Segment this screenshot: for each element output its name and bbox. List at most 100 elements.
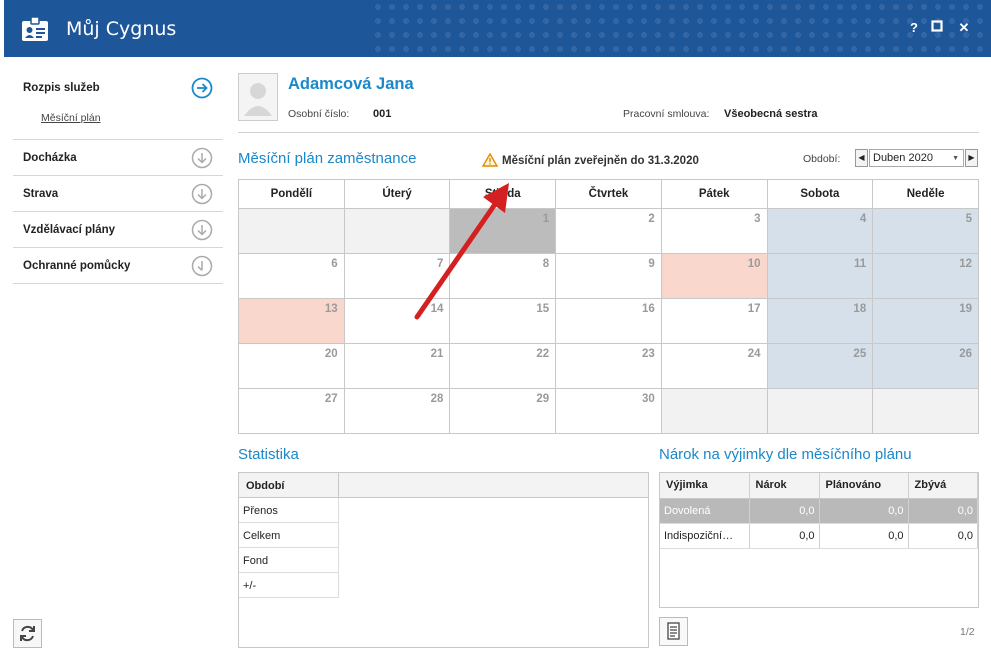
refresh-icon	[20, 625, 35, 642]
arrow-down-circle-icon[interactable]	[191, 255, 213, 277]
period-selector: ◀ Duben 2020 ▼ ▶	[855, 149, 979, 167]
sidebar-item-strava[interactable]: Strava	[13, 176, 223, 212]
column-header[interactable]: Zbývá	[908, 473, 978, 499]
employee-id-label: Osobní číslo:	[288, 108, 350, 120]
month-calendar: Pondělí Úterý Středa Čtvrtek Pátek Sobota Nedě…	[238, 179, 979, 434]
calendar-day-cell[interactable]: 5	[872, 208, 979, 254]
calendar-day-cell[interactable]: 29	[449, 388, 557, 434]
calendar-day-cell[interactable]: 11	[766, 253, 874, 299]
sidebar-item-label: Vzdělávací plány	[23, 224, 116, 236]
calendar-day-cell[interactable]: 19	[872, 298, 979, 344]
period-value: Duben 2020	[873, 152, 933, 164]
calendar-day-cell[interactable]: 24	[660, 343, 768, 389]
table-row[interactable]: Dovolená 0,0 0,0 0,0	[660, 498, 978, 524]
weekday-header: Neděle	[872, 179, 979, 209]
calendar-day-cell[interactable]: 30	[555, 388, 662, 434]
person-silhouette-icon	[244, 83, 272, 116]
chevron-down-icon: ▼	[952, 155, 959, 162]
calendar-empty-cell	[238, 208, 345, 254]
title-bar: Můj Cygnus ? ✕	[4, 0, 991, 57]
table-cell: 0,0	[908, 523, 978, 549]
weekday-header: Úterý	[343, 179, 451, 209]
calendar-day-cell[interactable]: 8	[449, 253, 557, 299]
arrow-right-circle-icon[interactable]	[191, 77, 213, 99]
calendar-day-cell[interactable]: 12	[872, 253, 979, 299]
weekday-header: Středa	[449, 179, 557, 209]
column-header[interactable]: Nárok	[749, 473, 820, 499]
sidebar-subitem-mesicni-plan[interactable]: Měsíční plán	[41, 112, 101, 124]
table-row[interactable]: Indispoziční… 0,0 0,0 0,0	[660, 523, 978, 549]
table-row: Celkem	[239, 523, 339, 548]
statistika-table: Období Přenos Celkem Fond +/-	[238, 472, 649, 648]
weekday-header: Čtvrtek	[555, 179, 662, 209]
sidebar-item-rozpis-sluzeb[interactable]: Rozpis služeb Měsíční plán	[13, 70, 223, 140]
pager: 1/2	[960, 626, 975, 638]
calendar-day-cell[interactable]: 18	[766, 298, 874, 344]
calendar-day-cell[interactable]: 4	[766, 208, 874, 254]
calendar-body: 1 2 3 4 5 6 7 8 9 10 11 12 13 14 15 16 17 18 19 20 21 22 23 24 2…	[238, 208, 979, 434]
calendar-week-row: 27 28 29 30	[238, 388, 979, 434]
divider	[238, 132, 979, 133]
calendar-day-cell[interactable]: 16	[555, 298, 662, 344]
column-header[interactable]: Plánováno	[819, 473, 909, 499]
table-row: Fond	[239, 548, 339, 573]
calendar-day-cell[interactable]: 20	[238, 343, 345, 389]
calendar-day-cell[interactable]: 14	[343, 298, 451, 344]
period-next-button[interactable]: ▶	[965, 149, 978, 167]
sidebar-item-label: Rozpis služeb	[23, 82, 100, 94]
calendar-header-row: Pondělí Úterý Středa Čtvrtek Pátek Sobota Nedě…	[238, 179, 979, 209]
calendar-empty-cell	[343, 208, 451, 254]
calendar-empty-cell	[660, 388, 768, 434]
narok-table: Výjimka Nárok Plánováno Zbývá Dovolená 0…	[660, 473, 978, 549]
maximize-button[interactable]	[929, 20, 945, 36]
table-row: Přenos	[239, 498, 339, 523]
sidebar-item-ochranne-pomucky[interactable]: Ochranné pomůcky	[13, 248, 223, 284]
calendar-week-row: 20 21 22 23 24 25 26	[238, 343, 979, 389]
calendar-day-cell[interactable]: 23	[555, 343, 662, 389]
help-button[interactable]: ?	[906, 20, 922, 36]
calendar-day-cell[interactable]: 7	[343, 253, 451, 299]
warning-icon	[482, 153, 498, 167]
calendar-day-cell[interactable]: 1	[449, 208, 557, 254]
arrow-down-circle-icon[interactable]	[191, 219, 213, 241]
calendar-day-cell[interactable]: 10	[660, 253, 768, 299]
weekday-header: Pátek	[660, 179, 768, 209]
calendar-week-row: 6 7 8 9 10 11 12	[238, 253, 979, 299]
calendar-day-cell[interactable]: 15	[449, 298, 557, 344]
statistika-header: Období	[239, 473, 339, 498]
sidebar-item-label: Docházka	[23, 152, 77, 164]
weekday-header: Sobota	[766, 179, 874, 209]
column-header[interactable]: Výjimka	[660, 473, 750, 499]
calendar-day-cell[interactable]: 26	[872, 343, 979, 389]
table-cell: 0,0	[819, 498, 909, 524]
calendar-week-row: 13 14 15 16 17 18 19	[238, 298, 979, 344]
calendar-day-cell[interactable]: 13	[238, 298, 345, 344]
calendar-day-cell[interactable]: 9	[555, 253, 662, 299]
calendar-day-cell[interactable]: 2	[555, 208, 662, 254]
calendar-day-cell[interactable]: 21	[343, 343, 451, 389]
calendar-day-cell[interactable]: 17	[660, 298, 768, 344]
calendar-day-cell[interactable]: 27	[238, 388, 345, 434]
refresh-button[interactable]	[13, 619, 42, 648]
period-dropdown[interactable]: Duben 2020 ▼	[869, 149, 964, 167]
sidebar: Rozpis služeb Měsíční plán Docházka Stra…	[13, 70, 223, 284]
table-cell: Indispoziční…	[660, 523, 750, 549]
calendar-day-cell[interactable]: 22	[449, 343, 557, 389]
report-button[interactable]	[659, 617, 688, 646]
titlebar-pattern	[371, 0, 991, 57]
calendar-day-cell[interactable]: 3	[660, 208, 768, 254]
plan-notice: Měsíční plán zveřejněn do 31.3.2020	[482, 153, 699, 167]
calendar-day-cell[interactable]: 25	[766, 343, 874, 389]
employee-id-value: 001	[373, 108, 392, 120]
calendar-day-cell[interactable]: 28	[343, 388, 451, 434]
table-cell: 0,0	[749, 498, 820, 524]
sidebar-item-dochazka[interactable]: Docházka	[13, 140, 223, 176]
period-prev-button[interactable]: ◀	[855, 149, 868, 167]
sidebar-item-label: Strava	[23, 188, 59, 200]
id-card-icon	[22, 16, 48, 41]
arrow-down-circle-icon[interactable]	[191, 147, 213, 169]
calendar-day-cell[interactable]: 6	[238, 253, 345, 299]
arrow-down-circle-icon[interactable]	[191, 183, 213, 205]
close-button[interactable]: ✕	[956, 20, 972, 36]
sidebar-item-vzdelavaci-plany[interactable]: Vzdělávací plány	[13, 212, 223, 248]
